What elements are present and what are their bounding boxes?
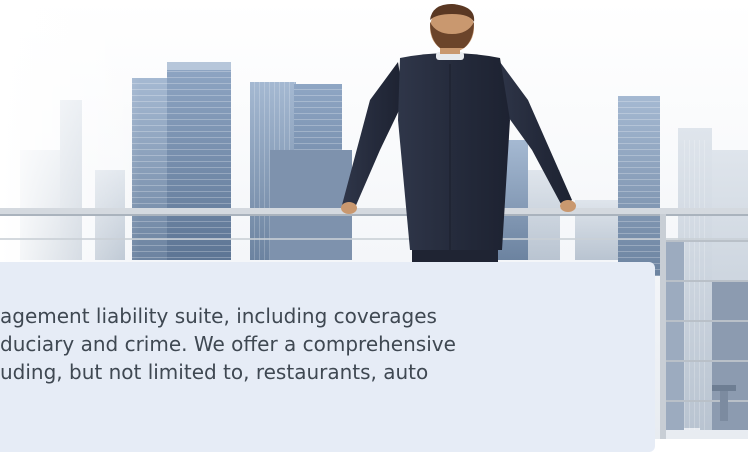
card-line: agement liability suite, including cover…	[0, 304, 437, 328]
card-line: uding, but not limited to, restaurants, …	[0, 360, 429, 384]
card-paragraph: agement liability suite, including cover…	[0, 302, 650, 386]
card-line: duciary and crime. We offer a comprehens…	[0, 332, 456, 356]
